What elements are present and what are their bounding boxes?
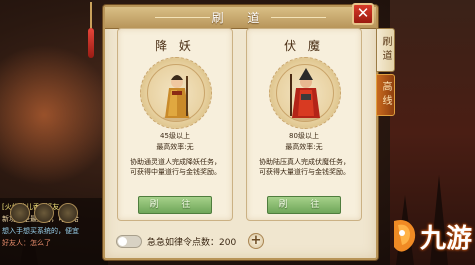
warrior-figure-icon [290,68,320,121]
panel-header: 刷 道 [105,7,376,29]
tab-gaoxian[interactable]: 高线 [376,74,395,116]
max-efficiency: 最高效率:无 [156,143,194,151]
go-button[interactable]: 刷 往 [138,196,212,214]
add-points-button[interactable]: + [248,233,264,249]
toggle-knob [118,237,127,246]
card-title: 伏 魔 [284,39,324,53]
lantern-string [90,2,92,30]
warrior-portrait [269,57,341,129]
voice-icon[interactable] [34,203,54,223]
max-efficiency: 最高效率:无 [285,143,323,151]
lantern-icon [88,28,94,58]
chat-text: 好友人：怎么了 [2,239,51,247]
taoist-figure-icon [163,75,191,121]
auto-order-toggle[interactable] [116,235,142,248]
chat-line: 好友人：怎么了 [2,238,51,248]
level-requirement: 45级以上 [160,132,190,140]
chat-channel-icon[interactable] [10,203,30,223]
level-requirement: 80级以上 [289,132,319,140]
tab-shuadao[interactable]: 刷道 [376,28,395,72]
background-glow [0,40,110,190]
task-card-fumo: 伏 魔 80级以上 最高效率:无 协助陆压真人完成伏魔任务，可获得大量道行与金钱… [246,28,362,221]
go-button[interactable]: 刷 往 [267,196,341,214]
task-description: 协助通灵道人完成降妖任务，可获得中量道行与金钱奖励。 [130,158,221,176]
card-title: 降 妖 [155,39,195,53]
monk-portrait [140,57,212,129]
bottom-bar: 急急如律令点数：200 + [103,229,378,255]
order-points-text: 急急如律令点数：200 [147,238,237,248]
panel-title: 刷 道 [211,11,270,25]
watermark-text: 九游 [420,224,473,254]
team-icon[interactable] [58,203,78,223]
chat-line: 想入手想买系统的，便宜 [2,226,79,236]
task-card-xiangyao: 降 妖 45级以上 最高效率:无 协助通灵道人完成降妖任务，可获得中量道行与金钱… [117,28,233,221]
task-description: 协助陆压真人完成伏魔任务，可获得大量道行与金钱奖励。 [259,158,350,176]
chat-text: 想入手想买系统的，便宜 [2,227,79,235]
close-button[interactable]: ✕ [352,3,374,25]
